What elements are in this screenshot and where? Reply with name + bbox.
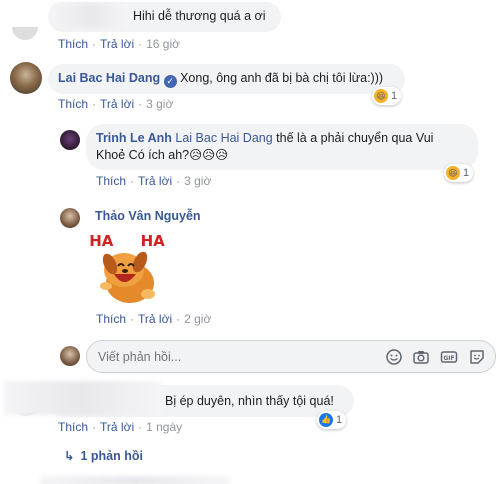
avatar[interactable] <box>60 130 80 150</box>
like-link[interactable]: Thích <box>96 312 126 326</box>
mention-link[interactable]: Lai Bac Hai Dang <box>175 131 272 145</box>
timestamp[interactable]: 3 giờ <box>184 174 211 188</box>
comment-content: Lai Bac Hai Dang ✓ Xong, ông anh đã bị b… <box>58 71 383 88</box>
comment-actions: Thích · Trả lời · 3 giờ <box>58 97 174 111</box>
like-link[interactable]: Thích <box>58 420 88 434</box>
emoji-icon[interactable] <box>385 348 403 366</box>
comment-text: Bị ép duyên, nhìn thấy tội quá! <box>165 394 334 408</box>
like-thumb-icon: 👍 <box>319 413 333 427</box>
camera-icon[interactable] <box>412 348 430 366</box>
replies-count-label: 1 phản hồi <box>80 449 143 463</box>
like-link[interactable]: Thích <box>58 37 88 51</box>
author-name[interactable]: Trinh Le Anh <box>96 131 172 145</box>
author-name[interactable]: Thảo Vân Nguyễn <box>95 209 201 223</box>
reaction-count: 1 <box>391 90 398 102</box>
sticker-icon[interactable] <box>468 348 486 366</box>
reaction-badge[interactable]: 😆 1 <box>444 164 474 182</box>
haha-sticker[interactable]: HA HA <box>86 228 166 308</box>
reply-link[interactable]: Trả lời <box>138 312 172 326</box>
comment-text-line1: thế là a phải chuyển qua Vui <box>272 131 434 145</box>
cut-off-next-comment <box>40 476 230 484</box>
comment-actions: Thích · Trả lời · 3 giờ <box>96 174 212 188</box>
view-replies-link[interactable]: ↳ 1 phản hồi <box>64 448 143 463</box>
current-user-avatar <box>60 346 80 366</box>
timestamp[interactable]: 1 ngày <box>146 420 182 434</box>
timestamp[interactable]: 2 giờ <box>184 312 211 326</box>
comment-content: Trinh Le Anh Lai Bac Hai Dang thế là a p… <box>96 130 466 164</box>
reply-link[interactable]: Trả lời <box>138 174 172 188</box>
timestamp[interactable]: 3 giờ <box>146 97 173 111</box>
comment-actions: Thích · Trả lời · 1 ngày <box>58 420 183 434</box>
avatar[interactable] <box>12 27 38 40</box>
comment-actions: Thích · Trả lời · 2 giờ <box>96 312 212 326</box>
like-link[interactable]: Thích <box>58 97 88 111</box>
svg-text:GIF: GIF <box>443 355 454 362</box>
haha-emoji-icon: 😆 <box>374 89 388 103</box>
reply-link[interactable]: Trả lời <box>100 37 134 51</box>
comment-text: Xong, ông anh đã bị bà chị tôi lừa:))) <box>180 71 384 85</box>
reply-input[interactable] <box>98 348 368 366</box>
avatar[interactable] <box>10 62 42 94</box>
comment-text: Hihi dễ thương quá a ơi <box>133 9 266 23</box>
comment-text-line2: Khoẻ Có ích ah?😥😥😥 <box>96 148 229 162</box>
author-name[interactable]: Lai Bac Hai Dang <box>58 71 160 85</box>
sticker-text: HA HA <box>89 232 165 250</box>
reply-link[interactable]: Trả lời <box>100 97 134 111</box>
reaction-badge[interactable]: 👍 1 <box>317 411 347 429</box>
timestamp[interactable]: 16 giờ <box>146 37 180 51</box>
verified-badge-icon: ✓ <box>163 75 177 88</box>
reaction-count: 1 <box>336 414 343 426</box>
haha-emoji-icon: 😆 <box>446 166 460 180</box>
reaction-badge[interactable]: 😆 1 <box>372 87 402 105</box>
gif-icon[interactable]: GIF <box>440 348 458 366</box>
avatar[interactable] <box>60 208 80 228</box>
blurred-author-name <box>4 381 162 415</box>
reaction-count: 1 <box>463 167 470 179</box>
comment-actions: Thích · Trả lời · 16 giờ <box>58 37 180 51</box>
reply-link[interactable]: Trả lời <box>100 420 134 434</box>
blurred-author-name <box>52 4 130 28</box>
reply-arrow-icon: ↳ <box>64 449 75 463</box>
like-link[interactable]: Thích <box>96 174 126 188</box>
